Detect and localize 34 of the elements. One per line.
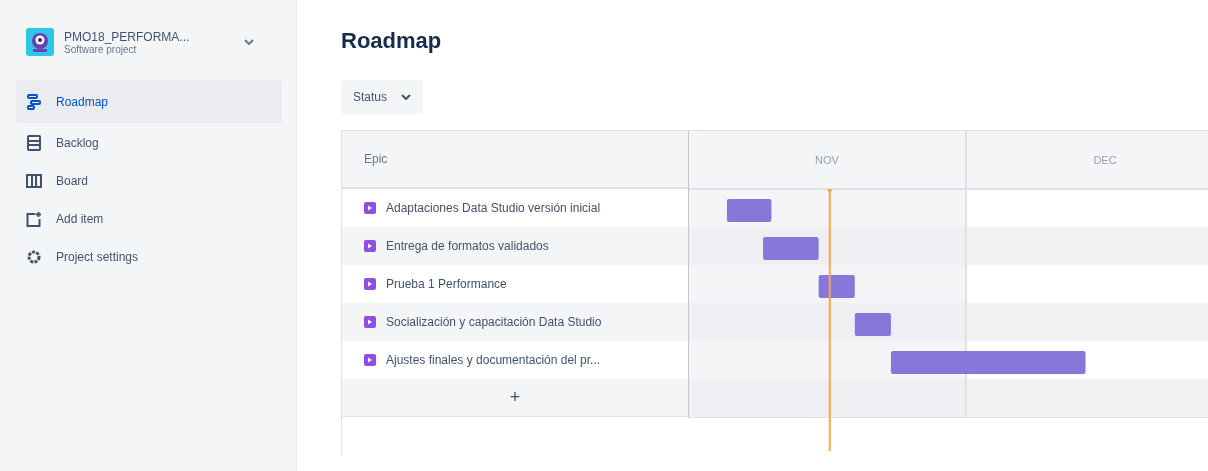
sidebar-item[interactable]: Board [16,163,282,199]
column-header: Epic [342,131,688,189]
epic-row[interactable]: Ajustes finales y documentación del pr... [342,341,688,379]
epic-icon [364,240,376,252]
month-label: NOV [815,154,839,166]
epic-icon [364,278,376,290]
timeline-bar[interactable] [726,199,772,222]
status-filter-button[interactable]: Status [341,80,424,114]
project-type: Software project [64,43,137,55]
epic-row[interactable]: Socialización y capacitación Data Studio [342,303,688,341]
settings-icon [26,250,42,264]
epic-row[interactable]: Prueba 1 Performance [342,265,688,303]
sidebar-item[interactable]: Project settings [16,239,282,275]
sidebar-item[interactable]: Add item [16,201,282,237]
page-title: Roadmap [341,28,443,55]
epic-row[interactable]: Adaptaciones Data Studio versión inicial [342,189,688,227]
chevron-icon [401,94,412,100]
roadmap-icon [26,93,42,110]
epic-icon [364,202,376,214]
sidebar-item[interactable]: Roadmap [16,80,282,123]
add-item-icon [26,211,42,227]
epic-row[interactable]: Entrega de formatos validados [342,227,688,265]
add-epic-button[interactable]: + [342,379,688,417]
caret-icon[interactable] [244,39,254,45]
timeline-bar[interactable] [763,237,819,260]
epic-icon [364,354,376,366]
timeline-bar[interactable] [854,313,891,336]
project-name[interactable]: PMO18_PERFORMA... [64,29,234,44]
board-icon [26,174,42,188]
sidebar-item[interactable]: Backlog [16,125,282,161]
backlog-icon [26,135,42,151]
month-label: DEC [1093,154,1117,166]
epic-icon [364,316,376,328]
project-avatar-icon [26,28,54,56]
